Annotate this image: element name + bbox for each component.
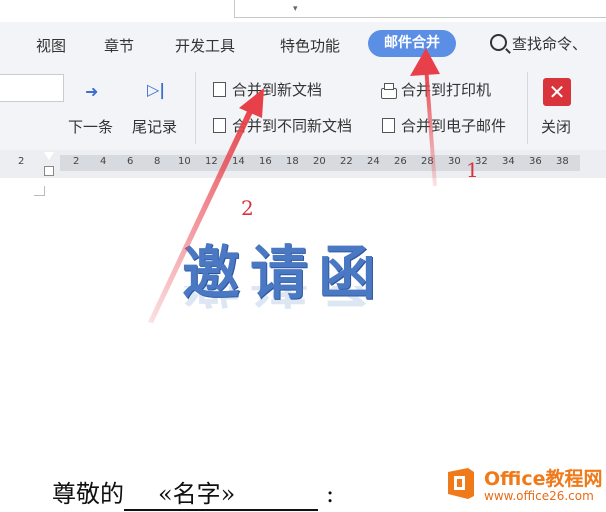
ruler-tick: 24 [367,156,380,167]
ruler-tick: 26 [394,156,407,167]
arrow-down-icon[interactable]: ➜ [85,82,98,101]
page-corner-mark [34,195,44,196]
merge-to-different-documents-button[interactable]: 合并到不同新文档 [232,115,352,136]
ruler-tick: 20 [313,156,326,167]
record-number-field[interactable] [0,74,64,102]
next-record-button[interactable]: 下一条 [68,116,113,137]
ruler-tick: 2 [18,156,25,167]
indent-marker-icon[interactable] [44,152,54,176]
tab-special-features[interactable]: 特色功能 [280,35,340,56]
merge-to-email-button[interactable]: 合并到电子邮件 [401,115,506,136]
page-corner-mark [44,186,45,196]
ribbon-tab-bar: 视图 章节 开发工具 特色功能 邮件合并 查找命令、 [0,22,606,68]
greeting-line: 尊敬的 «名字»: [52,474,334,511]
tab-mail-merge[interactable]: 邮件合并 [368,30,456,57]
printer-icon [381,83,397,99]
annotation-number-2: 2 [241,196,254,220]
close-icon[interactable]: ✕ [543,78,571,106]
ruler-tick: 10 [178,156,191,167]
ruler-tick: 28 [421,156,434,167]
new-document-icon [210,79,226,97]
tab-view[interactable]: 视图 [36,35,66,56]
title-reflection: 邀请函 [182,286,386,326]
greeting-suffix: : [326,480,335,508]
ruler-tick: 2 [73,156,80,167]
office-logo-icon [448,468,474,499]
ruler-tick: 30 [448,156,461,167]
top-frame: ▾ [234,0,606,18]
ruler-tick: 36 [529,156,542,167]
window-top-strip: ▾ [0,0,606,22]
ruler-tick: 34 [502,156,515,167]
ruler-tick: 38 [556,156,569,167]
toolbar-separator [195,72,196,144]
merge-field-name[interactable]: «名字» [124,474,318,511]
ruler-tick: 14 [232,156,245,167]
greeting-prefix: 尊敬的 [52,480,124,508]
search-icon [490,34,507,51]
merge-to-printer-button[interactable]: 合并到打印机 [401,79,491,100]
ruler-tick: 16 [259,156,272,167]
command-search[interactable]: 查找命令、 [490,33,587,54]
command-search-label: 查找命令、 [512,35,588,53]
watermark-title: Office教程网 [484,468,603,490]
dropdown-dot-icon: ▾ [293,4,298,14]
ruler-tick: 12 [205,156,218,167]
tab-developer-tools[interactable]: 开发工具 [175,35,235,56]
invitation-title: 邀请函 邀请函 [182,226,462,326]
horizontal-ruler[interactable]: 2 2 4 6 8 10 12 14 16 18 20 22 24 26 28 … [0,150,606,178]
close-button[interactable]: 关闭 [541,116,571,137]
mail-merge-toolbar: ➜ 下一条 ▷| 尾记录 合并到新文档 合并到不同新文档 合并到打印机 合并到电… [0,68,606,150]
ruler-tick: 4 [100,156,107,167]
merge-to-new-document-button[interactable]: 合并到新文档 [232,79,322,100]
last-record-icon[interactable]: ▷| [147,80,165,99]
annotation-number-1: 1 [466,158,479,182]
ruler-tick: 8 [154,156,161,167]
last-record-button[interactable]: 尾记录 [132,116,177,137]
office26-watermark: Office教程网 www.office26.com [440,462,606,508]
documents-icon [210,115,226,133]
email-icon [379,115,395,133]
tab-chapter[interactable]: 章节 [104,35,134,56]
ruler-tick: 6 [127,156,134,167]
ruler-tick: 22 [340,156,353,167]
ruler-tick: 18 [286,156,299,167]
toolbar-separator [527,72,528,144]
watermark-url: www.office26.com [484,489,594,503]
